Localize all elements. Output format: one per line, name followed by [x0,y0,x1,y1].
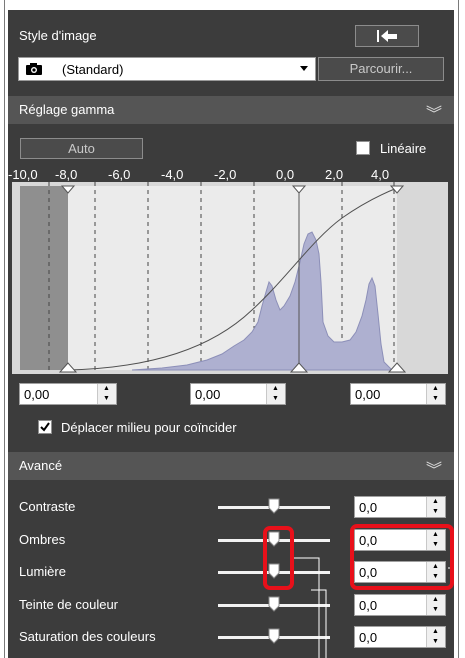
shadow-clip-region [20,186,68,370]
gamma-mid-value: 0,00 [195,387,221,402]
picture-style-title: Style d'image [19,28,97,43]
spin-arrows[interactable]: ▲ ▼ [266,384,285,404]
picture-style-select[interactable]: (Standard) [18,57,316,81]
picture-style-panel: Style d'image (Standard) Parcourir... Ré… [8,10,454,658]
axis-tick: -2,0 [214,167,237,182]
double-chevron-down-icon[interactable]: ︾ [426,100,442,124]
double-chevron-down-icon[interactable]: ︾ [426,456,442,480]
gamma-section-header[interactable]: Réglage gamma ︾ [8,96,454,124]
move-mid-label: Déplacer milieu pour coïncider [61,420,237,435]
axis-tick: -8,0 [55,167,78,182]
move-mid-checkbox[interactable] [38,420,52,434]
gamma-mid-input[interactable]: 0,00 ▲ ▼ [190,383,286,405]
contrast-value: 0,0 [359,500,378,515]
contrast-label: Contraste [19,499,76,514]
axis-tick: 2,0 [325,167,344,182]
linear-checkbox[interactable] [356,141,370,155]
spin-arrows[interactable]: ▲ ▼ [426,497,445,517]
gamma-section-title: Réglage gamma [19,102,115,117]
gamma-highlight-value: 0,00 [355,387,381,402]
axis-tick: -6,0 [108,167,131,182]
gamma-shadow-input[interactable]: 0,00 ▲ ▼ [19,383,117,405]
axis-tick: 4,0 [371,167,390,182]
contrast-input[interactable]: 0,0 ▲ ▼ [354,496,446,518]
value-inputs-highlight [350,524,454,590]
spin-arrows[interactable]: ▲ ▼ [426,384,445,404]
undo-arrow-icon [377,30,397,42]
slider-thumbs-highlight [263,526,294,590]
axis-tick: -10,0 [8,167,38,182]
highlight-clip-region [397,186,437,370]
selected-style-label: (Standard) [62,62,124,77]
advanced-section-header[interactable]: Avancé ︾ [8,452,454,480]
axis-tick: -4,0 [161,167,184,182]
linear-label: Linéaire [380,141,427,156]
auto-gamma-button[interactable]: Auto [20,138,143,159]
spin-arrows[interactable]: ▲ ▼ [97,384,116,404]
window-border-right [458,0,459,658]
camera-icon [26,63,42,75]
gamma-histogram-graph[interactable] [12,182,448,374]
chevron-down-icon [300,66,308,71]
gamma-shadow-value: 0,00 [24,387,50,402]
advanced-section-title: Avancé [19,458,63,473]
gamma-highlight-input[interactable]: 0,00 ▲ ▼ [350,383,446,405]
axis-tick: 0,0 [276,167,295,182]
checkmark-icon [40,422,50,432]
contrast-slider-thumb[interactable] [268,498,280,514]
window-border-left [4,0,5,658]
reset-style-button[interactable] [355,25,419,47]
browse-button[interactable]: Parcourir... [318,57,444,81]
